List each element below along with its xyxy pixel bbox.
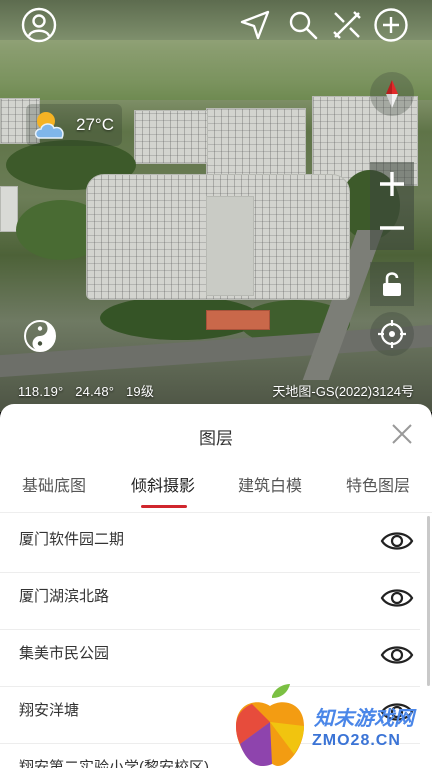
layers-panel-title: 图层 xyxy=(199,429,233,448)
zoom-out-icon xyxy=(380,226,404,230)
apple-logo-icon xyxy=(236,684,304,766)
map-red-roof xyxy=(206,310,270,330)
zoom-out-button[interactable] xyxy=(370,206,414,250)
list-item-label: 翔安洋塘 xyxy=(19,702,80,719)
user-icon xyxy=(21,7,57,43)
search-button[interactable] xyxy=(284,6,322,44)
yin-yang-icon xyxy=(24,320,56,352)
locate-icon xyxy=(378,320,406,348)
add-icon xyxy=(374,8,408,42)
list-item-label: 翔安第二实验小学(黎安校区) xyxy=(19,759,209,768)
tabs-divider xyxy=(0,512,432,513)
list-item[interactable]: 厦门湖滨北路 xyxy=(0,573,420,630)
navigate-icon xyxy=(240,10,270,40)
compass-button[interactable] xyxy=(370,72,414,116)
locate-button[interactable] xyxy=(370,312,414,356)
list-item[interactable]: 厦门软件园二期 xyxy=(0,516,420,573)
zoom-in-icon xyxy=(380,172,404,196)
list-item[interactable]: 集美市民公园 xyxy=(0,630,420,687)
active-tab-indicator xyxy=(141,505,187,508)
add-button[interactable] xyxy=(372,6,410,44)
lock-button[interactable] xyxy=(370,262,414,306)
lock-icon xyxy=(383,272,401,296)
compass-icon xyxy=(386,80,398,108)
eye-icon[interactable] xyxy=(380,585,414,611)
coordinates-readout: 118.19° 24.48° 19级 xyxy=(18,381,162,400)
scrollbar[interactable] xyxy=(427,516,430,686)
measure-icon xyxy=(333,11,361,39)
tab-basemap[interactable]: 基础底图 xyxy=(22,472,86,496)
layer-tabs: 基础底图 倾斜摄影 建筑白模 特色图层 xyxy=(0,472,432,512)
list-item-label: 集美市民公园 xyxy=(19,645,110,662)
close-button[interactable] xyxy=(388,420,416,448)
view-mode-button[interactable] xyxy=(22,318,58,354)
watermark-name: 知末游戏网 xyxy=(314,708,414,730)
eye-icon[interactable] xyxy=(380,642,414,668)
weather-temperature: 27°C xyxy=(76,115,114,134)
tab-featured-layers[interactable]: 特色图层 xyxy=(346,472,410,496)
watermark: 知末游戏网 ZMO28.CN xyxy=(232,680,432,768)
eye-icon[interactable] xyxy=(380,528,414,554)
map-view[interactable]: 27°C 118.19° 24.48° 19级 天地图-GS(2022)3124… xyxy=(0,0,432,412)
zoom-level: 19级 xyxy=(125,384,155,399)
tab-white-model[interactable]: 建筑白模 xyxy=(238,472,302,496)
latitude: 24.48° xyxy=(75,384,115,399)
search-icon xyxy=(289,11,318,40)
map-building xyxy=(0,186,18,232)
map-field xyxy=(0,40,432,100)
watermark-url: ZMO28.CN xyxy=(312,732,401,749)
weather-widget[interactable]: 27°C xyxy=(26,104,122,146)
partly-cloudy-icon xyxy=(34,112,64,139)
map-building xyxy=(134,110,208,164)
map-main-building-core xyxy=(206,196,254,296)
list-item-label: 厦门软件园二期 xyxy=(19,531,125,548)
tab-oblique-photography[interactable]: 倾斜摄影 xyxy=(131,472,195,496)
user-button[interactable] xyxy=(20,6,58,44)
navigate-button[interactable] xyxy=(236,6,274,44)
map-horizon xyxy=(0,0,432,40)
close-icon xyxy=(392,424,412,444)
measure-button[interactable] xyxy=(328,6,366,44)
longitude: 118.19° xyxy=(18,384,64,399)
map-copyright: 天地图-GS(2022)3124号 xyxy=(272,384,414,399)
zoom-in-button[interactable] xyxy=(370,162,414,206)
list-item-label: 厦门湖滨北路 xyxy=(19,588,110,605)
